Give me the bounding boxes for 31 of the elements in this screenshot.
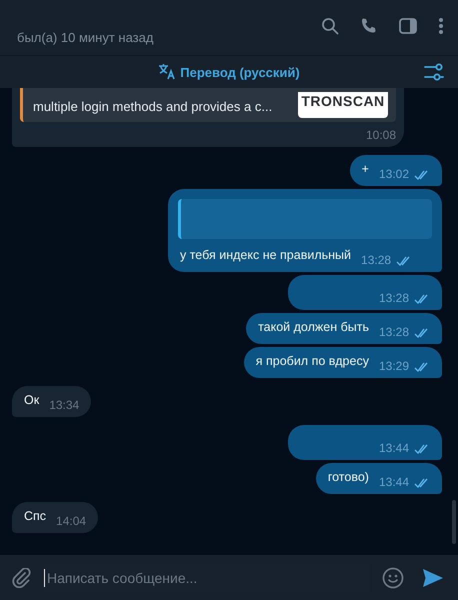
message-text: я пробил по вдресу bbox=[256, 353, 369, 370]
message-time: 10:08 bbox=[366, 128, 396, 142]
settings-icon[interactable] bbox=[424, 63, 444, 81]
link-preview[interactable]: multiple login methods and provides a c... TRONSCAN bbox=[20, 88, 396, 122]
emoji-icon[interactable] bbox=[382, 566, 404, 588]
message-text: такой должен быть bbox=[258, 319, 369, 336]
message-time: 13:02 bbox=[378, 167, 409, 181]
scrollbar[interactable] bbox=[452, 500, 456, 544]
preview-description: multiple login methods and provides a c... bbox=[33, 99, 272, 114]
message-time: 13:29 bbox=[378, 359, 409, 373]
message-time: 14:04 bbox=[56, 514, 86, 528]
phone-icon[interactable] bbox=[360, 17, 378, 35]
message-time: 13:34 bbox=[49, 398, 80, 412]
message-time: 13:28 bbox=[378, 325, 409, 339]
sidebar-icon[interactable] bbox=[399, 18, 417, 34]
search-icon[interactable] bbox=[321, 17, 339, 35]
message-time: 13:28 bbox=[378, 291, 409, 305]
menu-icon[interactable] bbox=[438, 17, 444, 35]
message-time: 13:28 bbox=[361, 253, 392, 267]
last-seen-status: был(а) 10 минут назад bbox=[17, 30, 154, 45]
translate-icon bbox=[158, 64, 176, 80]
message-time: 13:44 bbox=[378, 441, 409, 455]
paperclip-icon[interactable] bbox=[12, 568, 32, 588]
message-text: Спс bbox=[24, 508, 46, 525]
send-icon[interactable] bbox=[422, 568, 444, 588]
preview-thumbnail: TRONSCAN bbox=[298, 92, 388, 118]
message-text: + bbox=[362, 161, 369, 178]
message-text: готово) bbox=[328, 469, 369, 486]
message-text: у тебя индекс не правильный bbox=[180, 247, 352, 264]
message-time: 13:44 bbox=[378, 475, 409, 489]
message-text: Ок bbox=[24, 392, 40, 409]
